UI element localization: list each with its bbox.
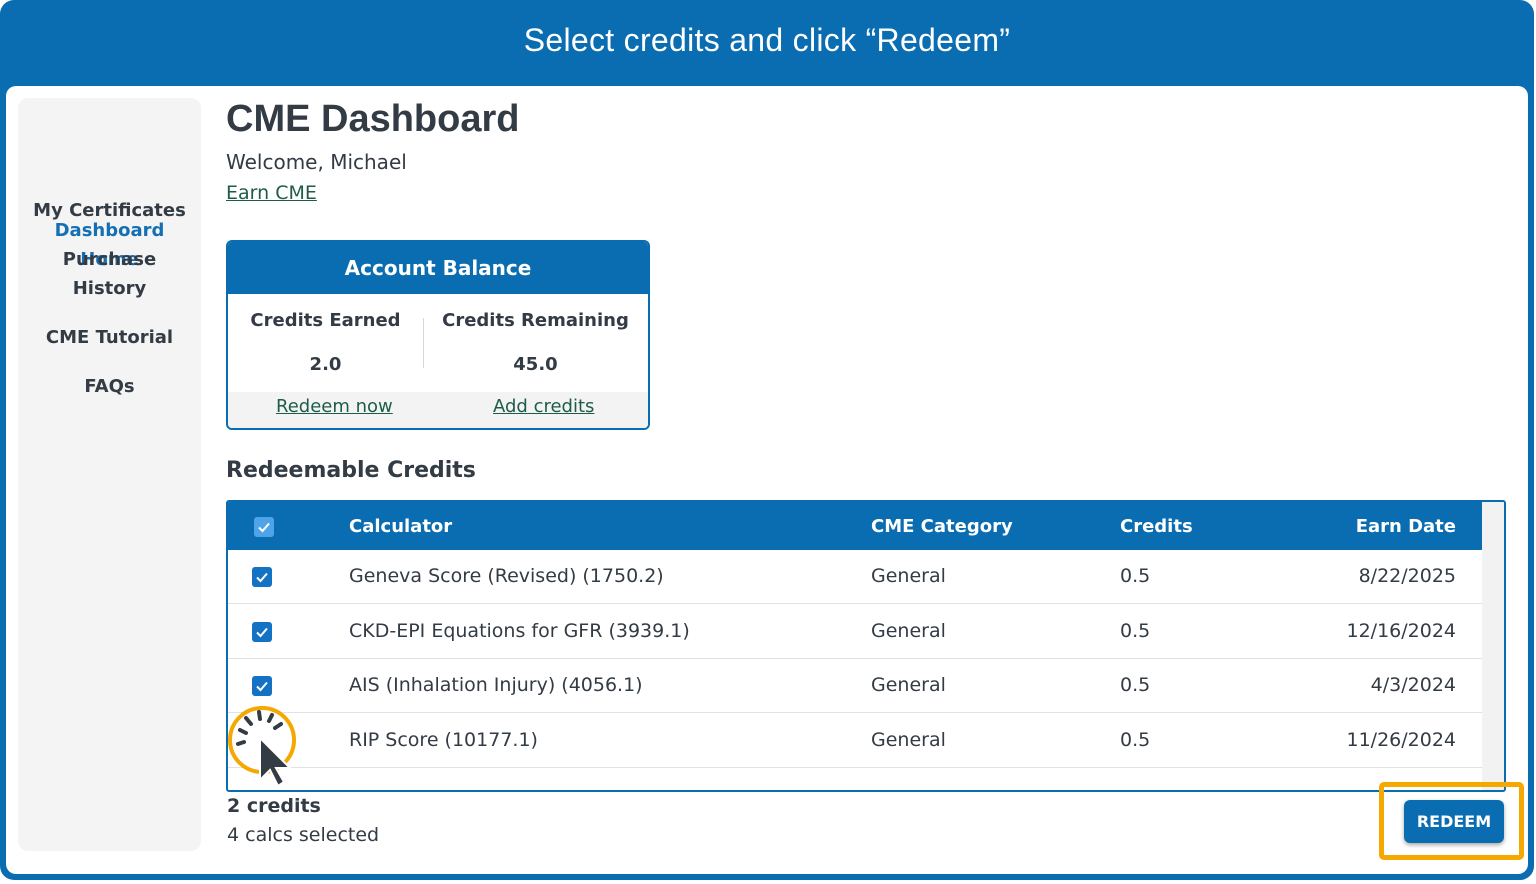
sidebar-item-cme-tutorial[interactable]: CME Tutorial <box>18 323 201 352</box>
table-row: CKD-EPI Equations for GFR (3939.1) Gener… <box>228 605 1482 659</box>
cell-category: General <box>871 565 946 587</box>
welcome-text: Welcome, Michael <box>226 150 407 174</box>
cell-credits: 0.5 <box>1120 565 1151 587</box>
click-indicator-icon <box>228 706 296 788</box>
cell-category: General <box>871 674 946 696</box>
cell-credits: 0.5 <box>1120 729 1151 751</box>
table-row: RIP Score (10177.1) General 0.5 11/26/20… <box>228 714 1482 768</box>
sidebar-item-label: History <box>72 278 147 299</box>
cell-earn-date: 4/3/2024 <box>1370 674 1456 696</box>
balance-divider <box>423 318 424 368</box>
redeem-now-link[interactable]: Redeem now <box>276 396 393 417</box>
check-icon <box>256 627 268 638</box>
cell-calculator: RIP Score (10177.1) <box>349 729 538 751</box>
redeemable-credits-table: Calculator CME Category Credits Earn Dat… <box>226 500 1506 792</box>
sidebar-item-purchase-history[interactable]: Purchase History <box>18 245 201 303</box>
column-header-calculator[interactable]: Calculator <box>349 516 452 537</box>
cell-calculator: Geneva Score (Revised) (1750.2) <box>349 565 664 587</box>
select-all-checkbox[interactable] <box>254 517 274 537</box>
instruction-banner: Select credits and click “Redeem” <box>523 21 1011 58</box>
page-title: CME Dashboard <box>226 98 520 140</box>
add-credits-link[interactable]: Add credits <box>493 396 594 417</box>
credits-remaining-value: 45.0 <box>513 354 558 375</box>
row-checkbox[interactable] <box>252 567 272 587</box>
redeem-button[interactable]: REDEEM <box>1404 800 1504 843</box>
sidebar-item-label: Purchase <box>62 249 157 270</box>
sidebar-item-my-certificates[interactable]: My Certificates <box>18 196 201 225</box>
cell-category: General <box>871 729 946 751</box>
row-checkbox[interactable] <box>252 676 272 696</box>
sidebar-item-label: My Certificates <box>33 200 186 221</box>
cell-calculator: CKD-EPI Equations for GFR (3939.1) <box>349 620 690 642</box>
cell-earn-date: 12/16/2024 <box>1346 620 1456 642</box>
table-header: Calculator CME Category Credits Earn Dat… <box>228 502 1482 550</box>
cell-calculator: AIS (Inhalation Injury) (4056.1) <box>349 674 643 696</box>
cell-category: General <box>871 620 946 642</box>
credits-remaining-label: Credits Remaining <box>442 310 629 331</box>
account-balance-card: Account Balance Credits Earned Credits R… <box>226 240 650 430</box>
table-row: Geneva Score (Revised) (1750.2) General … <box>228 550 1482 604</box>
redeemable-credits-title: Redeemable Credits <box>226 458 476 483</box>
row-checkbox[interactable] <box>252 622 272 642</box>
sidebar-item-label: FAQs <box>84 376 135 397</box>
column-header-category[interactable]: CME Category <box>871 516 1013 537</box>
account-balance-title: Account Balance <box>228 242 648 294</box>
table-scrollbar[interactable] <box>1482 502 1504 790</box>
credits-earned-label: Credits Earned <box>250 310 401 331</box>
credits-earned-value: 2.0 <box>309 354 342 375</box>
selected-calcs-summary: 4 calcs selected <box>227 824 380 846</box>
cell-earn-date: 11/26/2024 <box>1346 729 1456 751</box>
earn-cme-link[interactable]: Earn CME <box>226 182 317 204</box>
cell-credits: 0.5 <box>1120 674 1151 696</box>
column-header-credits[interactable]: Credits <box>1120 516 1193 537</box>
sidebar-item-faqs[interactable]: FAQs <box>18 372 201 401</box>
cell-earn-date: 8/22/2025 <box>1358 565 1456 587</box>
sidebar: Dashboard Home My Certificates Purchase … <box>18 98 201 851</box>
check-icon <box>256 572 268 583</box>
sidebar-item-label: CME Tutorial <box>45 327 174 348</box>
table-row: AIS (Inhalation Injury) (4056.1) General… <box>228 659 1482 713</box>
check-icon <box>256 681 268 692</box>
check-icon <box>258 522 270 533</box>
column-header-earn-date[interactable]: Earn Date <box>1356 516 1456 537</box>
cell-credits: 0.5 <box>1120 620 1151 642</box>
selected-credits-summary: 2 credits <box>227 795 321 817</box>
